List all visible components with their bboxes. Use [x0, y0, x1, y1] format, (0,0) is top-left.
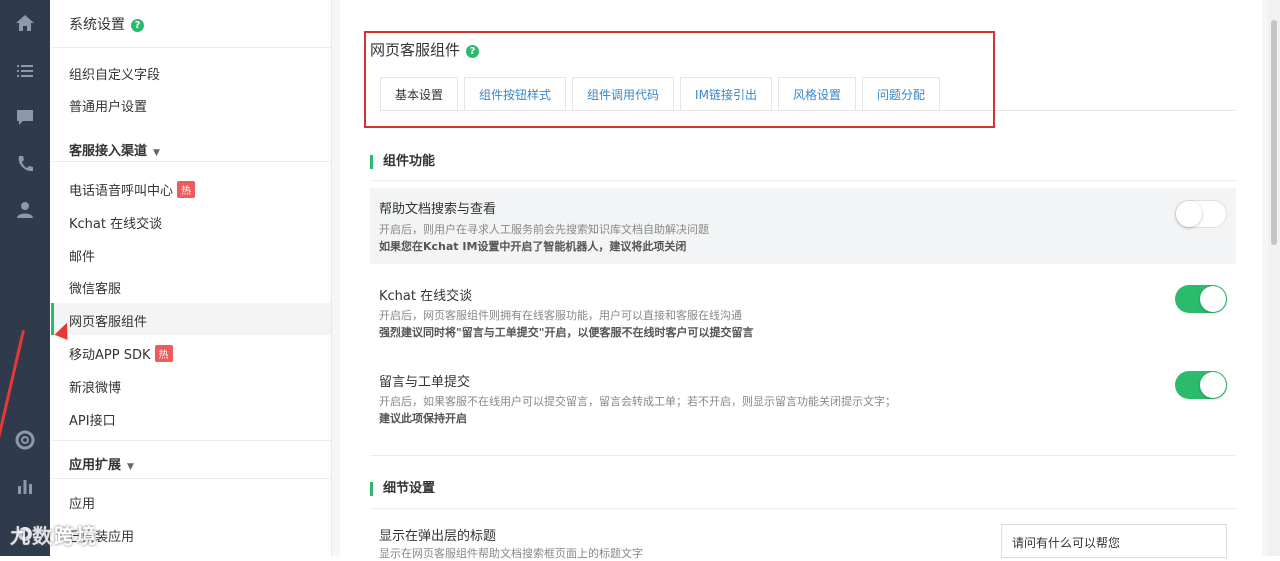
setting-description: 开启后，则用户在寻求人工服务前会先搜索知识库文档自助解决问题	[379, 223, 709, 236]
menu-item-web-widget[interactable]: 网页客服组件	[69, 311, 147, 330]
section-apps[interactable]: 应用扩展 ▼	[69, 454, 134, 473]
divider	[51, 47, 331, 48]
menu-item-user-settings[interactable]: 普通用户设置	[69, 96, 147, 115]
menu-item-apps[interactable]: 应用	[69, 493, 95, 512]
menu-item-label: 移动APP SDK	[69, 348, 151, 363]
detail-title-label: 显示在弹出层的标题	[379, 529, 497, 544]
section-apps-label: 应用扩展	[69, 458, 122, 473]
setting-title: 留言与工单提交	[379, 375, 471, 390]
home-icon[interactable]	[0, 3, 50, 43]
help-icon[interactable]: ?	[131, 19, 144, 32]
setting-description: 开启后，网页客服组件则拥有在线客服功能，用户可以直接和客服在线沟通	[379, 309, 742, 322]
menu-item-kchat[interactable]: Kchat 在线交谈	[69, 213, 162, 232]
settings-menu: 系统设置? 组织自定义字段 普通用户设置 客服接入渠道 ▼ 电话语音呼叫中心热 K…	[51, 0, 332, 556]
menu-item-label: 电话语音呼叫中心	[69, 184, 174, 199]
hot-badge: 热	[154, 345, 173, 362]
chat-icon[interactable]	[0, 97, 50, 137]
setting-note: 建议此项保持开启	[379, 412, 467, 425]
menu-item-mobile-sdk[interactable]: 移动APP SDK 热	[69, 344, 173, 363]
menu-title-text: 系统设置	[69, 17, 125, 33]
kchat-toggle[interactable]	[1175, 285, 1227, 313]
divider	[370, 455, 1236, 456]
toggle-knob	[1200, 286, 1226, 312]
popup-title-input[interactable]: 请问有什么可以帮您	[1001, 524, 1227, 558]
user-icon[interactable]	[0, 190, 50, 230]
section-channels-label: 客服接入渠道	[69, 144, 148, 159]
phone-icon[interactable]	[0, 144, 50, 184]
section-channels[interactable]: 客服接入渠道 ▼	[69, 140, 160, 159]
toggle-knob	[1176, 201, 1202, 227]
setting-row-kchat: Kchat 在线交谈 开启后，网页客服组件则拥有在线客服功能，用户可以直接和客服…	[370, 275, 1236, 345]
menu-item-wechat[interactable]: 微信客服	[69, 278, 121, 297]
watermark: 九数跨境	[10, 524, 98, 548]
caret-down-icon: ▼	[153, 148, 160, 158]
divider	[370, 180, 1236, 181]
hot-badge: 热	[177, 181, 196, 198]
setting-title: Kchat 在线交谈	[379, 289, 473, 304]
divider	[51, 161, 331, 162]
setting-description: 开启后，如果客服不在线用户可以提交留言，留言会转成工单；若不开启，则显示留言功能…	[379, 395, 896, 408]
setting-title: 帮助文档搜索与查看	[379, 202, 497, 217]
setting-row-message-ticket: 留言与工单提交 开启后，如果客服不在线用户可以提交留言，留言会转成工单；若不开启…	[370, 361, 1236, 431]
menu-item-call-center[interactable]: 电话语音呼叫中心热	[69, 180, 196, 199]
menu-item-email[interactable]: 邮件	[69, 246, 95, 265]
lifebuoy-icon[interactable]	[0, 420, 50, 460]
scrollbar[interactable]	[1268, 0, 1280, 556]
scrollbar-thumb[interactable]	[1271, 20, 1277, 245]
setting-note: 强烈建议同时将"留言与工单提交"开启，以便客服不在线时客户可以提交留言	[379, 326, 754, 339]
menu-item-api[interactable]: API接口	[69, 410, 116, 429]
setting-row-help-docs: 帮助文档搜索与查看 开启后，则用户在寻求人工服务前会先搜索知识库文档自助解决问题…	[370, 188, 1236, 264]
bar-chart-icon[interactable]	[0, 466, 50, 506]
icon-rail	[0, 0, 50, 556]
section-widget-functions: 组件功能	[370, 155, 435, 169]
message-ticket-toggle[interactable]	[1175, 371, 1227, 399]
setting-note: 如果您在Kchat IM设置中开启了智能机器人，建议将此项关闭	[379, 240, 687, 253]
help-docs-toggle[interactable]	[1175, 200, 1227, 228]
divider	[370, 508, 1236, 509]
section-detail-settings: 细节设置	[370, 482, 435, 496]
menu-item-weibo[interactable]: 新浪微博	[69, 377, 121, 396]
toggle-knob	[1200, 372, 1226, 398]
detail-description: 显示在网页客服组件帮助文档搜索框页面上的标题文字	[379, 547, 643, 560]
annotation-highlight-box	[364, 31, 995, 128]
divider	[51, 440, 331, 441]
menu-title: 系统设置?	[69, 14, 144, 34]
menu-item-custom-fields[interactable]: 组织自定义字段	[69, 64, 160, 83]
list-icon[interactable]	[0, 51, 50, 91]
divider	[51, 478, 331, 479]
caret-down-icon: ▼	[127, 462, 134, 472]
